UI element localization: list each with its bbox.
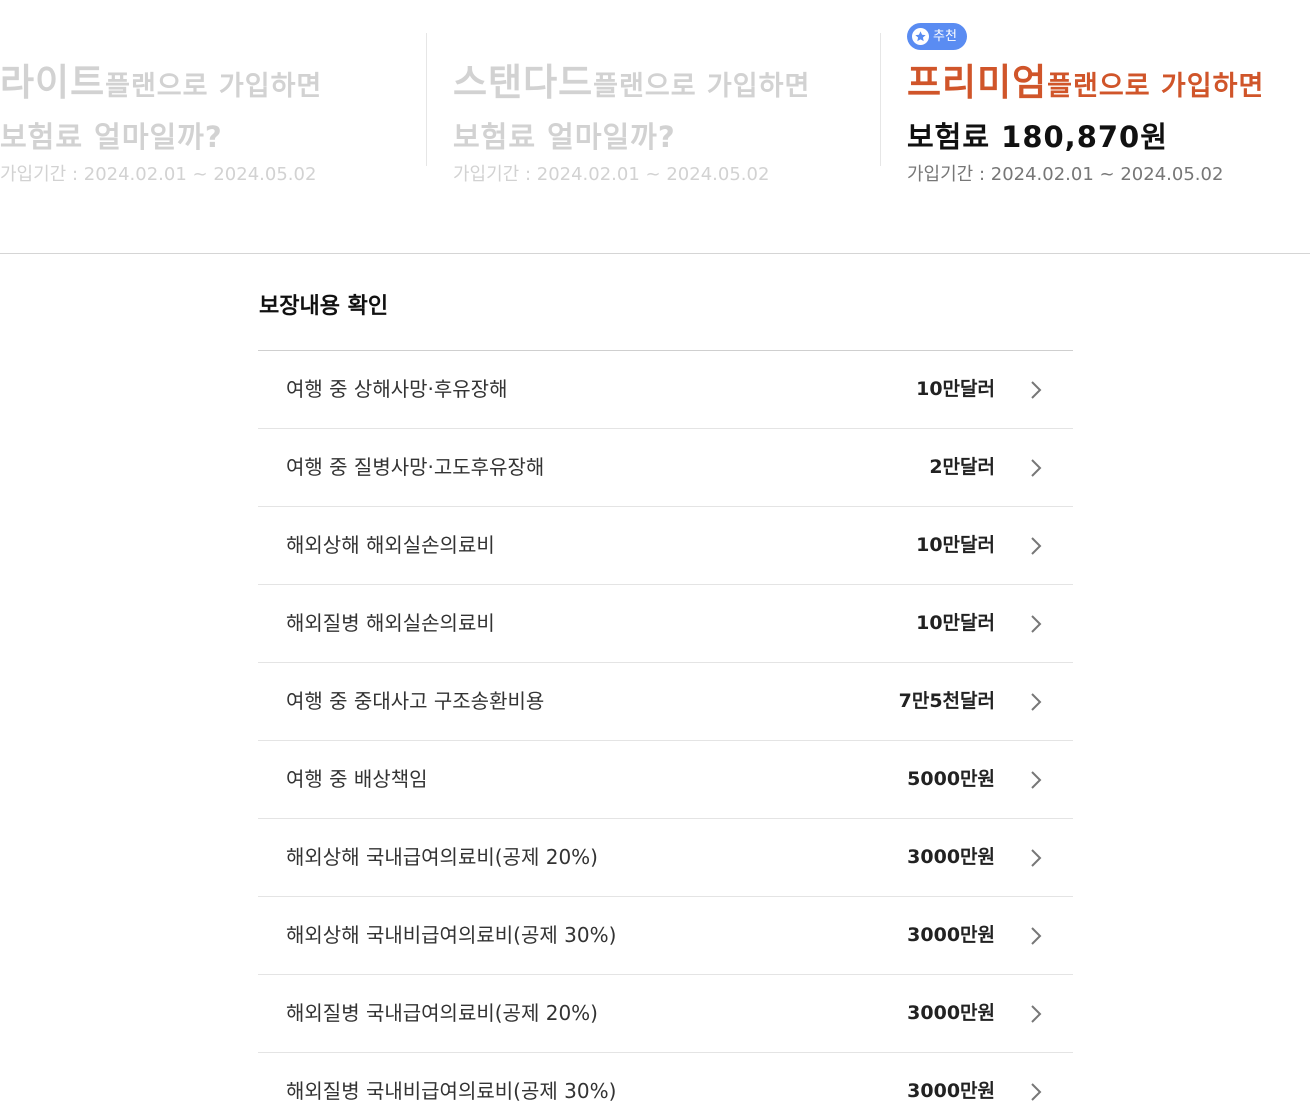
coverage-name: 해외질병 해외실손의료비 bbox=[286, 611, 495, 635]
plan-lite[interactable]: 라이트플랜으로 가입하면 보험료 얼마일까? 가입기간 : 2024.02.01… bbox=[0, 0, 430, 200]
coverage-name: 해외상해 국내급여의료비(공제 20%) bbox=[286, 845, 598, 869]
coverage-amount: 10만달러 bbox=[916, 612, 995, 634]
coverage-row[interactable]: 여행 중 중대사고 구조송환비용 7만5천달러 bbox=[258, 663, 1073, 741]
plan-period: 가입기간 : 2024.02.01 ~ 2024.05.02 bbox=[453, 164, 770, 185]
coverage-amount: 10만달러 bbox=[916, 534, 995, 556]
plan-name: 프리미엄 bbox=[907, 61, 1048, 104]
coverage-name: 여행 중 상해사망·후유장해 bbox=[286, 377, 508, 401]
coverage-list: 여행 중 상해사망·후유장해 10만달러 여행 중 질병사망·고도후유장해 2만… bbox=[258, 350, 1073, 1118]
coverage-amount: 3000만원 bbox=[907, 1002, 995, 1024]
chevron-right-icon bbox=[1031, 771, 1042, 789]
coverage-row[interactable]: 해외질병 국내비급여의료비(공제 30%) 3000만원 bbox=[258, 1053, 1073, 1118]
plan-name: 라이트 bbox=[0, 61, 106, 104]
chevron-right-icon bbox=[1031, 927, 1042, 945]
chevron-right-icon bbox=[1031, 1005, 1042, 1023]
coverage-amount: 3000만원 bbox=[907, 924, 995, 946]
coverage-name: 해외질병 국내비급여의료비(공제 30%) bbox=[286, 1079, 617, 1103]
plan-heading: 프리미엄플랜으로 가입하면 bbox=[907, 60, 1264, 113]
plan-heading: 스탠다드플랜으로 가입하면 bbox=[453, 60, 810, 113]
coverage-title: 보장내용 확인 bbox=[259, 294, 389, 319]
coverage-amount: 3000만원 bbox=[907, 846, 995, 868]
coverage-row[interactable]: 해외상해 국내급여의료비(공제 20%) 3000만원 bbox=[258, 819, 1073, 897]
plan-period: 가입기간 : 2024.02.01 ~ 2024.05.02 bbox=[907, 164, 1224, 185]
plan-name: 스탠다드 bbox=[453, 61, 594, 104]
coverage-row[interactable]: 해외상해 국내비급여의료비(공제 30%) 3000만원 bbox=[258, 897, 1073, 975]
coverage-row[interactable]: 해외상해 해외실손의료비 10만달러 bbox=[258, 507, 1073, 585]
plan-suffix: 플랜으로 가입하면 bbox=[1047, 71, 1265, 102]
page: 라이트플랜으로 가입하면 보험료 얼마일까? 가입기간 : 2024.02.01… bbox=[0, 0, 1310, 1118]
coverage-row[interactable]: 해외질병 국내급여의료비(공제 20%) 3000만원 bbox=[258, 975, 1073, 1053]
coverage-row[interactable]: 여행 중 상해사망·후유장해 10만달러 bbox=[258, 351, 1073, 429]
chevron-right-icon bbox=[1031, 1083, 1042, 1101]
badge-label: 추천 bbox=[933, 29, 957, 44]
plan-price: 보험료 얼마일까? bbox=[0, 120, 223, 154]
coverage-amount: 7만5천달러 bbox=[898, 690, 995, 712]
coverage-name: 여행 중 배상책임 bbox=[286, 767, 428, 791]
plan-premium[interactable]: 추천 프리미엄플랜으로 가입하면 보험료 180,870원 가입기간 : 202… bbox=[907, 0, 1310, 200]
coverage-name: 여행 중 중대사고 구조송환비용 bbox=[286, 689, 545, 713]
plan-suffix: 플랜으로 가입하면 bbox=[105, 71, 323, 102]
plan-suffix: 플랜으로 가입하면 bbox=[593, 71, 811, 102]
coverage-amount: 3000만원 bbox=[907, 1080, 995, 1102]
plan-divider bbox=[880, 33, 881, 166]
star-icon bbox=[912, 28, 929, 45]
coverage-row[interactable]: 여행 중 질병사망·고도후유장해 2만달러 bbox=[258, 429, 1073, 507]
coverage-name: 해외상해 국내비급여의료비(공제 30%) bbox=[286, 923, 617, 947]
coverage-amount: 2만달러 bbox=[929, 456, 995, 478]
plan-standard[interactable]: 스탠다드플랜으로 가입하면 보험료 얼마일까? 가입기간 : 2024.02.0… bbox=[453, 0, 883, 200]
coverage-amount: 5000만원 bbox=[907, 768, 995, 790]
chevron-right-icon bbox=[1031, 693, 1042, 711]
chevron-right-icon bbox=[1031, 381, 1042, 399]
recommend-badge: 추천 bbox=[907, 23, 967, 50]
coverage-amount: 10만달러 bbox=[916, 378, 995, 400]
plan-divider bbox=[426, 33, 427, 166]
chevron-right-icon bbox=[1031, 459, 1042, 477]
coverage-name: 해외상해 해외실손의료비 bbox=[286, 533, 495, 557]
chevron-right-icon bbox=[1031, 615, 1042, 633]
plan-period: 가입기간 : 2024.02.01 ~ 2024.05.02 bbox=[0, 164, 317, 185]
chevron-right-icon bbox=[1031, 849, 1042, 867]
coverage-row[interactable]: 해외질병 해외실손의료비 10만달러 bbox=[258, 585, 1073, 663]
header-divider bbox=[0, 253, 1310, 254]
plan-price: 보험료 얼마일까? bbox=[453, 120, 676, 154]
coverage-name: 여행 중 질병사망·고도후유장해 bbox=[286, 455, 545, 479]
plan-heading: 라이트플랜으로 가입하면 bbox=[0, 60, 322, 113]
plan-selector: 라이트플랜으로 가입하면 보험료 얼마일까? 가입기간 : 2024.02.01… bbox=[0, 0, 1310, 253]
chevron-right-icon bbox=[1031, 537, 1042, 555]
plan-price: 보험료 180,870원 bbox=[907, 120, 1168, 154]
coverage-name: 해외질병 국내급여의료비(공제 20%) bbox=[286, 1001, 598, 1025]
coverage-row[interactable]: 여행 중 배상책임 5000만원 bbox=[258, 741, 1073, 819]
